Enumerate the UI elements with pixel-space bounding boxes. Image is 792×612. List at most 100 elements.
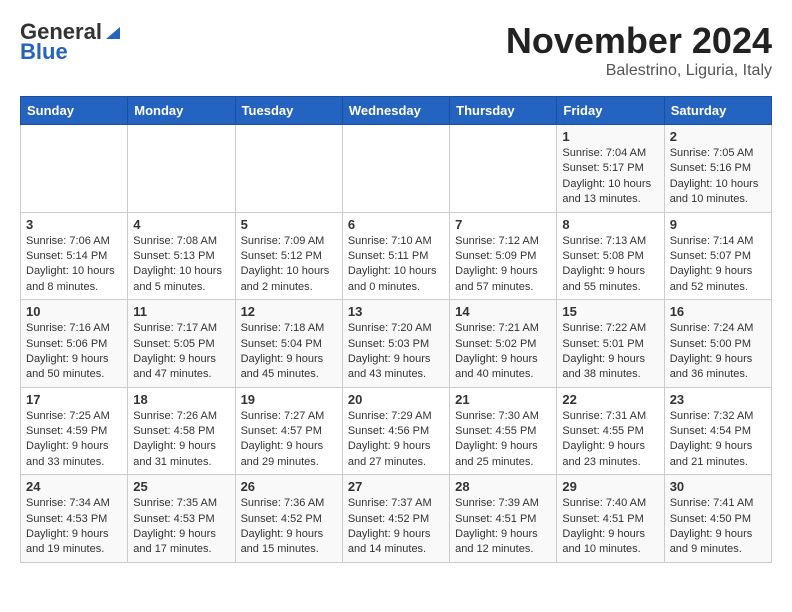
day-info: Sunrise: 7:30 AM Sunset: 4:55 PM Dayligh… xyxy=(455,409,551,471)
calendar-cell: 11Sunrise: 7:17 AM Sunset: 5:05 PM Dayli… xyxy=(128,300,235,388)
calendar-cell xyxy=(21,125,128,213)
day-info: Sunrise: 7:13 AM Sunset: 5:08 PM Dayligh… xyxy=(562,234,658,296)
calendar-cell: 27 Sunrise: 7:37 AM Sunset: 4:52 PM Dayli… xyxy=(342,475,449,563)
day-info: Sunrise: 7:29 AM Sunset: 4:56 PM Dayligh… xyxy=(348,409,444,471)
calendar-cell: 29 Sunrise: 7:40 AM Sunset: 4:51 PM Dayli… xyxy=(557,475,664,563)
calendar-cell: 15 Sunrise: 7:22 AM Sunset: 5:01 PM Dayli… xyxy=(557,300,664,388)
logo-blue-text: Blue xyxy=(20,40,68,64)
day-number: 25 xyxy=(133,479,229,494)
calendar-cell xyxy=(128,125,235,213)
calendar-cell: 19Sunrise: 7:27 AM Sunset: 4:57 PM Dayli… xyxy=(235,387,342,475)
day-number: 7 xyxy=(455,217,551,232)
day-number: 11 xyxy=(133,304,229,319)
day-info: Sunrise: 7:34 AM Sunset: 4:53 PM Dayligh… xyxy=(26,496,122,558)
day-number: 18 xyxy=(133,392,229,407)
day-number: 27 xyxy=(348,479,444,494)
page-header: General Blue November 2024 Balestrino, L… xyxy=(20,20,772,80)
calendar-table: SundayMondayTuesdayWednesdayThursdayFrid… xyxy=(20,96,772,563)
day-number: 5 xyxy=(241,217,337,232)
calendar-cell: 16Sunrise: 7:24 AM Sunset: 5:00 PM Dayli… xyxy=(664,300,771,388)
day-header-thursday: Thursday xyxy=(450,97,557,125)
calendar-cell: 20 Sunrise: 7:29 AM Sunset: 4:56 PM Dayli… xyxy=(342,387,449,475)
calendar-week-row: 3Sunrise: 7:06 AM Sunset: 5:14 PM Daylig… xyxy=(21,212,772,300)
day-header-friday: Friday xyxy=(557,97,664,125)
day-number: 14 xyxy=(455,304,551,319)
day-info: Sunrise: 7:40 AM Sunset: 4:51 PM Dayligh… xyxy=(562,496,658,558)
day-info: Sunrise: 7:14 AM Sunset: 5:07 PM Dayligh… xyxy=(670,234,766,296)
calendar-cell: 2 Sunrise: 7:05 AM Sunset: 5:16 PM Daylig… xyxy=(664,125,771,213)
day-header-monday: Monday xyxy=(128,97,235,125)
day-info: Sunrise: 7:25 AM Sunset: 4:59 PM Dayligh… xyxy=(26,409,122,471)
day-number: 13 xyxy=(348,304,444,319)
calendar-cell xyxy=(235,125,342,213)
day-info: Sunrise: 7:06 AM Sunset: 5:14 PM Dayligh… xyxy=(26,234,122,296)
day-header-tuesday: Tuesday xyxy=(235,97,342,125)
calendar-cell: 13 Sunrise: 7:20 AM Sunset: 5:03 PM Dayli… xyxy=(342,300,449,388)
calendar-cell: 23 Sunrise: 7:32 AM Sunset: 4:54 PM Dayli… xyxy=(664,387,771,475)
day-header-wednesday: Wednesday xyxy=(342,97,449,125)
day-info: Sunrise: 7:08 AM Sunset: 5:13 PM Dayligh… xyxy=(133,234,229,296)
day-number: 20 xyxy=(348,392,444,407)
calendar-cell: 3Sunrise: 7:06 AM Sunset: 5:14 PM Daylig… xyxy=(21,212,128,300)
day-number: 1 xyxy=(562,129,658,144)
day-info: Sunrise: 7:24 AM Sunset: 5:00 PM Dayligh… xyxy=(670,321,766,383)
calendar-cell: 26Sunrise: 7:36 AM Sunset: 4:52 PM Dayli… xyxy=(235,475,342,563)
day-info: Sunrise: 7:16 AM Sunset: 5:06 PM Dayligh… xyxy=(26,321,122,383)
day-info: Sunrise: 7:26 AM Sunset: 4:58 PM Dayligh… xyxy=(133,409,229,471)
title-area: November 2024 Balestrino, Liguria, Italy xyxy=(506,20,772,80)
calendar-cell: 5 Sunrise: 7:09 AM Sunset: 5:12 PM Daylig… xyxy=(235,212,342,300)
day-info: Sunrise: 7:37 AM Sunset: 4:52 PM Dayligh… xyxy=(348,496,444,558)
day-number: 10 xyxy=(26,304,122,319)
day-number: 19 xyxy=(241,392,337,407)
day-info: Sunrise: 7:31 AM Sunset: 4:55 PM Dayligh… xyxy=(562,409,658,471)
day-number: 12 xyxy=(241,304,337,319)
calendar-cell: 28 Sunrise: 7:39 AM Sunset: 4:51 PM Dayli… xyxy=(450,475,557,563)
calendar-cell: 21 Sunrise: 7:30 AM Sunset: 4:55 PM Dayli… xyxy=(450,387,557,475)
day-info: Sunrise: 7:18 AM Sunset: 5:04 PM Dayligh… xyxy=(241,321,337,383)
calendar-cell: 9 Sunrise: 7:14 AM Sunset: 5:07 PM Daylig… xyxy=(664,212,771,300)
day-info: Sunrise: 7:09 AM Sunset: 5:12 PM Dayligh… xyxy=(241,234,337,296)
logo-arrow-icon xyxy=(104,23,122,41)
calendar-cell: 22 Sunrise: 7:31 AM Sunset: 4:55 PM Dayli… xyxy=(557,387,664,475)
calendar-cell: 18 Sunrise: 7:26 AM Sunset: 4:58 PM Dayli… xyxy=(128,387,235,475)
day-info: Sunrise: 7:32 AM Sunset: 4:54 PM Dayligh… xyxy=(670,409,766,471)
location-subtitle: Balestrino, Liguria, Italy xyxy=(506,62,772,80)
calendar-cell: 12 Sunrise: 7:18 AM Sunset: 5:04 PM Dayli… xyxy=(235,300,342,388)
calendar-cell: 25 Sunrise: 7:35 AM Sunset: 4:53 PM Dayli… xyxy=(128,475,235,563)
day-info: Sunrise: 7:21 AM Sunset: 5:02 PM Dayligh… xyxy=(455,321,551,383)
day-info: Sunrise: 7:12 AM Sunset: 5:09 PM Dayligh… xyxy=(455,234,551,296)
day-info: Sunrise: 7:20 AM Sunset: 5:03 PM Dayligh… xyxy=(348,321,444,383)
day-number: 28 xyxy=(455,479,551,494)
day-number: 6 xyxy=(348,217,444,232)
day-info: Sunrise: 7:41 AM Sunset: 4:50 PM Dayligh… xyxy=(670,496,766,558)
day-number: 24 xyxy=(26,479,122,494)
day-info: Sunrise: 7:22 AM Sunset: 5:01 PM Dayligh… xyxy=(562,321,658,383)
calendar-cell xyxy=(450,125,557,213)
day-info: Sunrise: 7:04 AM Sunset: 5:17 PM Dayligh… xyxy=(562,146,658,208)
calendar-cell: 4Sunrise: 7:08 AM Sunset: 5:13 PM Daylig… xyxy=(128,212,235,300)
calendar-cell: 24 Sunrise: 7:34 AM Sunset: 4:53 PM Dayli… xyxy=(21,475,128,563)
day-info: Sunrise: 7:10 AM Sunset: 5:11 PM Dayligh… xyxy=(348,234,444,296)
calendar-cell: 17 Sunrise: 7:25 AM Sunset: 4:59 PM Dayli… xyxy=(21,387,128,475)
day-number: 9 xyxy=(670,217,766,232)
calendar-week-row: 1 Sunrise: 7:04 AM Sunset: 5:17 PM Daylig… xyxy=(21,125,772,213)
calendar-cell xyxy=(342,125,449,213)
calendar-week-row: 10 Sunrise: 7:16 AM Sunset: 5:06 PM Dayli… xyxy=(21,300,772,388)
day-number: 21 xyxy=(455,392,551,407)
day-number: 22 xyxy=(562,392,658,407)
calendar-week-row: 17 Sunrise: 7:25 AM Sunset: 4:59 PM Dayli… xyxy=(21,387,772,475)
calendar-cell: 6 Sunrise: 7:10 AM Sunset: 5:11 PM Daylig… xyxy=(342,212,449,300)
day-number: 23 xyxy=(670,392,766,407)
day-number: 8 xyxy=(562,217,658,232)
day-number: 2 xyxy=(670,129,766,144)
day-info: Sunrise: 7:35 AM Sunset: 4:53 PM Dayligh… xyxy=(133,496,229,558)
day-info: Sunrise: 7:39 AM Sunset: 4:51 PM Dayligh… xyxy=(455,496,551,558)
day-info: Sunrise: 7:05 AM Sunset: 5:16 PM Dayligh… xyxy=(670,146,766,208)
month-title: November 2024 xyxy=(506,20,772,62)
day-number: 30 xyxy=(670,479,766,494)
day-number: 15 xyxy=(562,304,658,319)
day-number: 17 xyxy=(26,392,122,407)
day-number: 29 xyxy=(562,479,658,494)
day-header-saturday: Saturday xyxy=(664,97,771,125)
calendar-cell: 14 Sunrise: 7:21 AM Sunset: 5:02 PM Dayli… xyxy=(450,300,557,388)
